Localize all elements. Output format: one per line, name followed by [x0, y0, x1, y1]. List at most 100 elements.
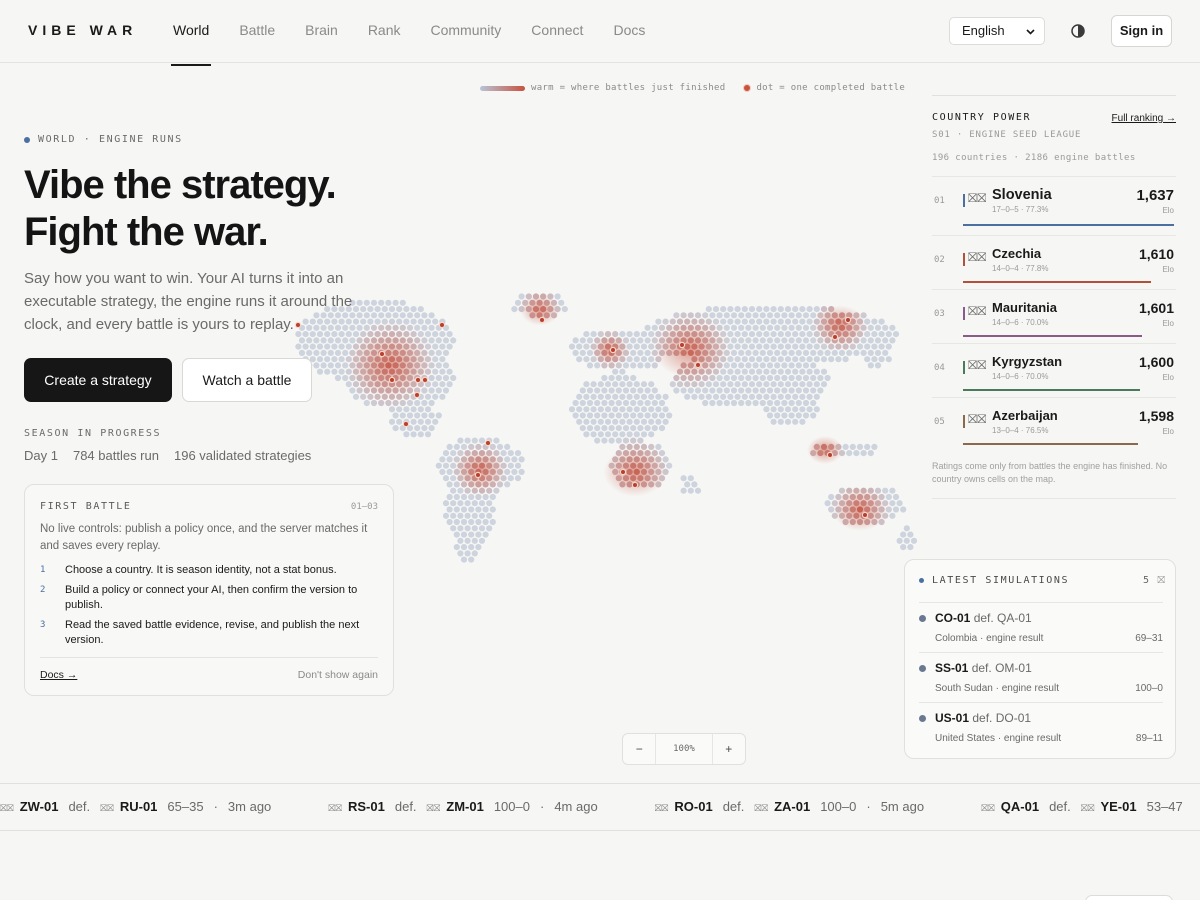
simulation-item[interactable]: US-01 def. DO-01 United States · engine …	[919, 702, 1163, 752]
battle-dot[interactable]	[438, 321, 446, 329]
battle-dot[interactable]	[631, 481, 639, 489]
battle-dot[interactable]	[826, 451, 834, 459]
close-icon[interactable]: ⛝	[1157, 575, 1165, 586]
map-hex-cell	[327, 362, 334, 369]
battle-dot[interactable]	[619, 468, 627, 476]
ticker-item[interactable]: ⛝⛝ QA-01 def. ⛝⛝ YE-01 53–47	[981, 799, 1193, 814]
map-hex-cell	[723, 337, 730, 344]
map-hex-cell	[680, 487, 687, 494]
battle-dot[interactable]	[402, 420, 410, 428]
map-hex-cell	[367, 343, 374, 350]
map-hex-cell	[799, 343, 806, 350]
ticker-score: 53–47	[1146, 799, 1183, 814]
map-hex-cell	[597, 331, 604, 338]
map-hex-cell	[619, 481, 626, 488]
map-hex-cell	[770, 306, 777, 313]
battle-dot[interactable]	[678, 341, 686, 349]
simulation-list: CO-01 def. QA-01 Colombia · engine resul…	[919, 602, 1163, 752]
battle-dot[interactable]	[421, 376, 429, 384]
nav-rank[interactable]: Rank	[368, 0, 401, 63]
create-strategy-button[interactable]: Create a strategy	[24, 358, 172, 402]
map-hex-cell	[806, 356, 813, 363]
watch-battle-button[interactable]: Watch a battle	[182, 358, 312, 402]
ticker-separator: ·	[866, 799, 871, 814]
battle-dot[interactable]	[378, 350, 386, 358]
battle-dot[interactable]	[694, 361, 702, 369]
map-hex-cell	[712, 331, 720, 338]
map-hex-cell	[496, 456, 504, 463]
map-hex-cell	[813, 331, 820, 338]
nav-world[interactable]: World	[170, 0, 212, 66]
language-select[interactable]: English	[949, 17, 1045, 45]
sign-in-button[interactable]: Sign in	[1111, 15, 1172, 47]
battle-dot[interactable]	[861, 511, 869, 519]
map-hex-cell	[468, 518, 475, 526]
dont-show-again-button[interactable]: Don't show again	[298, 669, 378, 681]
map-hex-cell	[795, 349, 802, 356]
map-hex-cell	[759, 312, 766, 319]
map-hex-cell	[813, 393, 820, 400]
map-hex-cell	[860, 349, 867, 356]
ranking-row[interactable]: 01 ⛝⛝ Slovenia 17–0–5 · 77.3% 1,637 Elo	[932, 176, 1176, 235]
map-hex-cell	[442, 450, 450, 457]
map-hex-cell	[511, 468, 518, 475]
ticker-item[interactable]: ⛝⛝ ZW-01 def. ⛝⛝ RU-01 65–35 · 3m ago	[0, 799, 281, 814]
battle-dot[interactable]	[484, 439, 492, 447]
nav-battle[interactable]: Battle	[239, 0, 275, 63]
battle-dot[interactable]	[388, 376, 396, 384]
map-hex-cell	[727, 306, 734, 313]
map-hex-cell	[532, 293, 540, 300]
elo-value: 1,637	[1136, 187, 1174, 204]
nav-docs[interactable]: Docs	[613, 0, 645, 63]
brand-logo[interactable]: VIBE WAR	[28, 22, 137, 38]
map-hex-cell	[604, 406, 612, 413]
map-hex-cell	[802, 312, 810, 319]
ticker-item[interactable]: ⛝⛝ RO-01 def. ⛝⛝ ZA-01 100–0 · 5m ago	[655, 799, 934, 814]
elo-bar	[963, 389, 1140, 391]
ranking-row[interactable]: 03 ⛝⛝ Mauritania 14–0–6 · 70.0% 1,601 El…	[932, 289, 1176, 343]
battle-dot[interactable]	[414, 376, 422, 384]
zoom-in-button[interactable]: +	[713, 734, 745, 764]
map-hex-cell	[626, 406, 633, 413]
map-hex-cell	[777, 318, 784, 325]
first-battle-card: FIRST BATTLE 01–03 No live controls: pub…	[24, 484, 394, 696]
map-hex-cell	[637, 337, 644, 344]
theme-toggle-icon[interactable]	[1069, 22, 1087, 40]
map-hex-cell	[774, 362, 781, 369]
map-hex-cell	[471, 437, 478, 444]
map-hex-cell	[738, 374, 745, 382]
ticker-item[interactable]: ⛝⛝ RS-01 def. ⛝⛝ ZM-01 100–0 · 4m ago	[328, 799, 607, 814]
battle-dot[interactable]	[609, 346, 617, 354]
zoom-out-button[interactable]: −	[623, 734, 655, 764]
map-hex-cell	[716, 349, 723, 356]
simulation-item[interactable]: CO-01 def. QA-01 Colombia · engine resul…	[919, 602, 1163, 652]
step-number: 1	[40, 565, 46, 575]
ranking-row[interactable]: 05 ⛝⛝ Azerbaijan 13–0–4 · 76.5% 1,598 El…	[932, 397, 1176, 451]
map-hex-cell	[316, 356, 324, 363]
map-hex-cell	[475, 456, 482, 463]
map-hex-cell	[648, 431, 655, 438]
map-hex-cell	[806, 343, 813, 350]
nav-connect[interactable]: Connect	[531, 0, 583, 63]
map-hex-cell	[691, 356, 698, 363]
ranking-row[interactable]: 04 ⛝⛝ Kyrgyzstan 14–0–6 · 70.0% 1,600 El…	[932, 343, 1176, 397]
map-hex-cell	[439, 468, 446, 475]
simulation-item[interactable]: SS-01 def. OM-01 South Sudan · engine re…	[919, 652, 1163, 702]
battle-dot[interactable]	[474, 471, 482, 479]
map-hex-cell	[741, 381, 748, 388]
nav-brain[interactable]: Brain	[305, 0, 338, 63]
floating-button-edge[interactable]	[1085, 895, 1173, 900]
battle-dot[interactable]	[413, 391, 421, 399]
full-ranking-link[interactable]: Full ranking →	[1112, 113, 1176, 124]
battle-dot[interactable]	[538, 316, 546, 324]
battle-dot[interactable]	[844, 316, 852, 324]
ranking-row[interactable]: 02 ⛝⛝ Czechia 14–0–4 · 77.8% 1,610 Elo	[932, 235, 1176, 289]
map-hex-cell	[388, 406, 396, 413]
map-hex-cell	[698, 331, 705, 338]
docs-link[interactable]: Docs →	[40, 669, 77, 681]
battle-dot[interactable]	[831, 333, 839, 341]
nav-community[interactable]: Community	[431, 0, 502, 63]
elo-label: Elo	[1162, 373, 1174, 382]
map-hex-cell	[838, 324, 846, 331]
map-hex-cell	[878, 343, 885, 350]
